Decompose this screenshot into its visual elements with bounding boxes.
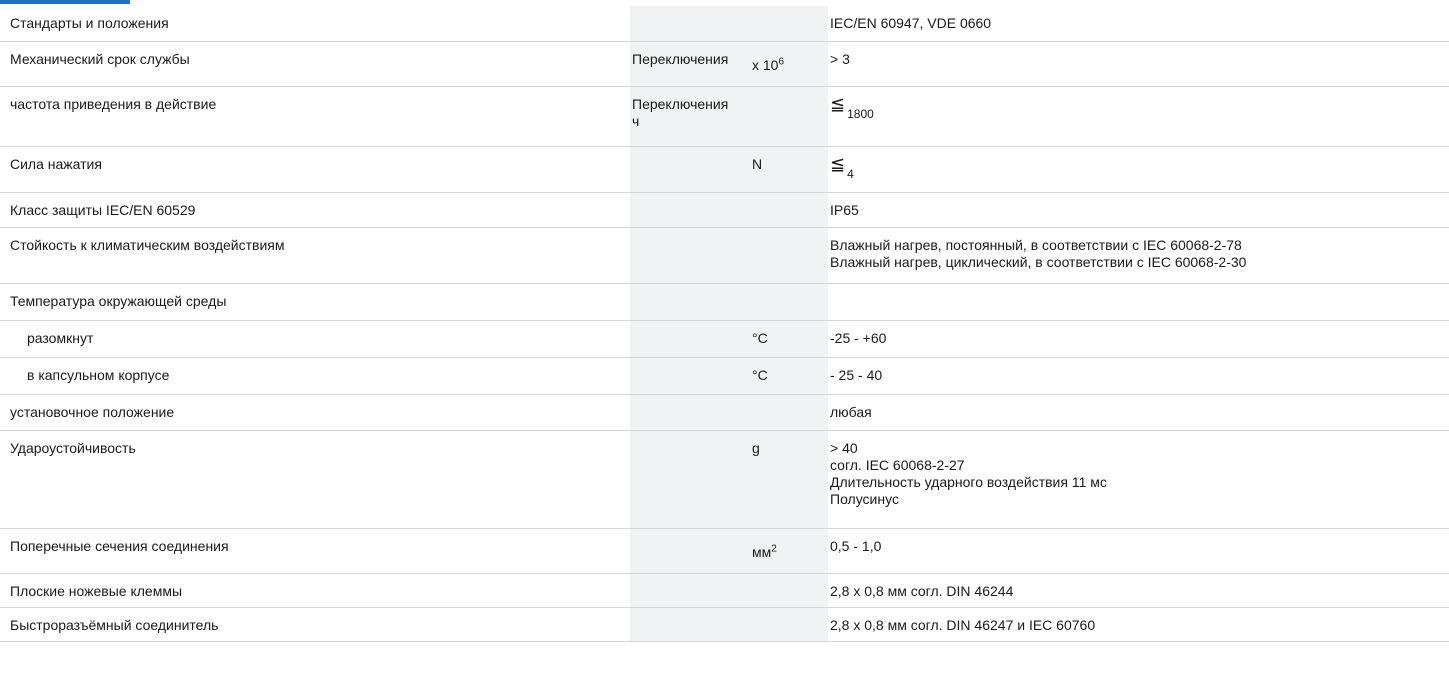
- table-row: Механический срок службы Переключения x …: [0, 41, 1449, 87]
- unit-cell: [630, 283, 750, 321]
- row-label: в капсульном корпусе: [0, 357, 630, 395]
- unit-cell: [630, 320, 750, 358]
- unit-cell: [630, 227, 750, 284]
- row-value: 2,8 x 0,8 мм согл. DIN 46244: [828, 573, 1449, 608]
- unit-cell: [630, 430, 750, 529]
- table-row: Класс защиты IEC/EN 60529 IP65: [0, 192, 1449, 228]
- unit-cell: [750, 607, 828, 642]
- row-label: частота приведения в действие: [0, 86, 630, 147]
- unit-cell: [630, 528, 750, 574]
- row-value: любая: [828, 394, 1449, 431]
- unit-exponent: 2: [771, 542, 777, 554]
- unit-cell: N: [750, 146, 828, 193]
- table-row: Плоские ножевые клеммы 2,8 x 0,8 мм согл…: [0, 573, 1449, 608]
- table-row: разомкнут °C -25 - +60: [0, 320, 1449, 358]
- row-value: 2,8 x 0,8 мм согл. DIN 46247 и IEC 60760: [828, 607, 1449, 642]
- row-label: Поперечные сечения соединения: [0, 528, 630, 574]
- unit-cell: [750, 283, 828, 321]
- row-label: Плоские ножевые клеммы: [0, 573, 630, 608]
- table-row: частота приведения в действие Переключен…: [0, 86, 1449, 147]
- unit-cell: мм2: [750, 528, 828, 574]
- unit-cell: [750, 86, 828, 147]
- unit-cell: [630, 146, 750, 193]
- unit-text: x 10: [752, 56, 779, 73]
- table-row: Быстроразъёмный соединитель 2,8 x 0,8 мм…: [0, 607, 1449, 642]
- row-value: Влажный нагрев, постоянный, в соответств…: [828, 227, 1449, 284]
- table-row: Температура окружающей среды: [0, 283, 1449, 321]
- row-label: Температура окружающей среды: [0, 283, 630, 321]
- spec-table: Стандарты и положения IEC/EN 60947, VDE …: [0, 6, 1449, 642]
- row-label: Сила нажатия: [0, 146, 630, 193]
- unit-cell: [750, 6, 828, 42]
- unit-text: мм: [752, 543, 772, 560]
- unit-cell: [630, 394, 750, 431]
- row-label: установочное положение: [0, 394, 630, 431]
- unit-cell: [750, 394, 828, 431]
- unit-text: ч: [632, 112, 640, 129]
- table-row: в капсульном корпусе °C - 25 - 40: [0, 357, 1449, 395]
- row-label: Механический срок службы: [0, 41, 630, 87]
- unit-cell: [750, 192, 828, 228]
- unit-cell: °C: [750, 357, 828, 395]
- unit-cell: Переключения: [630, 41, 750, 87]
- unit-cell: Переключения ч: [630, 86, 750, 147]
- unit-cell: [630, 357, 750, 395]
- table-row: Поперечные сечения соединения мм2 0,5 - …: [0, 528, 1449, 574]
- table-row: Стандарты и положения IEC/EN 60947, VDE …: [0, 6, 1449, 42]
- unit-cell: °C: [750, 320, 828, 358]
- unit-text: Переключения: [632, 95, 729, 112]
- row-label: разомкнут: [0, 320, 630, 358]
- row-value: - 25 - 40: [828, 357, 1449, 395]
- unit-cell: [630, 6, 750, 42]
- unit-cell: [630, 573, 750, 608]
- row-label: Класс защиты IEC/EN 60529: [0, 192, 630, 228]
- unit-exponent: 6: [778, 55, 785, 67]
- less-equal-symbol: ≦: [830, 153, 846, 174]
- unit-cell: x 106: [750, 41, 828, 87]
- row-label: Стандарты и положения: [0, 6, 630, 42]
- row-value: [828, 283, 1449, 321]
- table-row: установочное положение любая: [0, 394, 1449, 431]
- header-accent-bar: [0, 0, 130, 4]
- unit-text: Переключения: [632, 50, 729, 67]
- unit-cell: [750, 227, 828, 284]
- less-equal-symbol: ≦: [830, 93, 846, 114]
- row-value: IP65: [828, 192, 1449, 228]
- row-value: ≦ 4: [828, 146, 1449, 193]
- row-label: Удароустойчивость: [0, 430, 630, 529]
- row-value: IEC/EN 60947, VDE 0660: [828, 6, 1449, 42]
- table-row: Удароустойчивость g > 40 согл. IEC 60068…: [0, 430, 1449, 529]
- unit-cell: [750, 573, 828, 608]
- row-value: > 3: [828, 41, 1449, 87]
- row-label: Быстроразъёмный соединитель: [0, 607, 630, 642]
- table-row: Стойкость к климатическим воздействиям В…: [0, 227, 1449, 284]
- row-value: 0,5 - 1,0: [828, 528, 1449, 574]
- unit-cell: g: [750, 430, 828, 529]
- row-label: Стойкость к климатическим воздействиям: [0, 227, 630, 284]
- unit-cell: [630, 192, 750, 228]
- row-value: ≦ 1800: [828, 86, 1449, 147]
- unit-cell: [630, 607, 750, 642]
- row-value: -25 - +60: [828, 320, 1449, 358]
- row-value: > 40 согл. IEC 60068-2-27 Длительность у…: [828, 430, 1449, 529]
- table-row: Сила нажатия N ≦ 4: [0, 146, 1449, 193]
